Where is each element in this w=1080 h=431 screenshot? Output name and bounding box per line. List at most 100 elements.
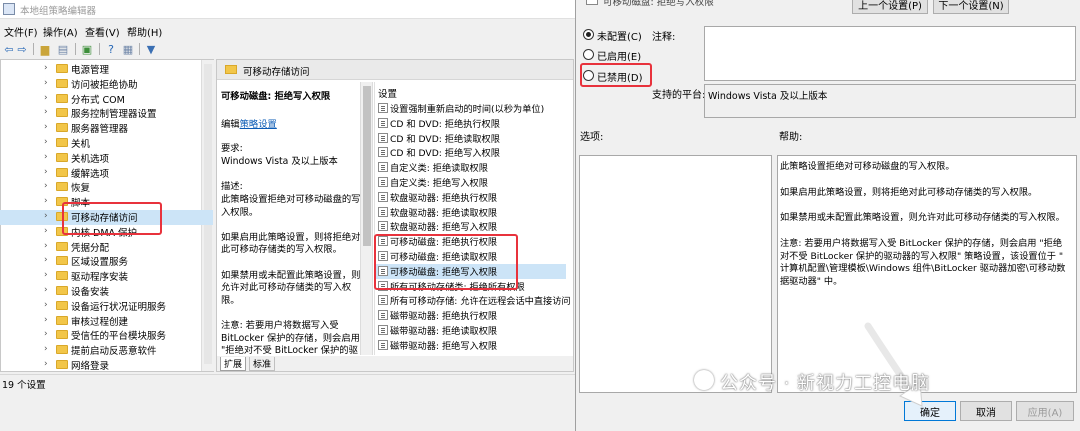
setting-row[interactable]: CD 和 DVD: 拒绝执行权限	[376, 116, 566, 131]
setting-row[interactable]: 软盘驱动器: 拒绝写入权限	[376, 219, 566, 234]
menu-help[interactable]: 帮助(H)	[127, 24, 162, 39]
radio-enabled[interactable]	[583, 49, 594, 60]
chevron-right-icon[interactable]: ›	[44, 107, 48, 117]
folder-header: 可移动存储访问	[243, 67, 310, 78]
policy-icon	[378, 191, 388, 202]
tree-item[interactable]: › 缓解选项	[0, 166, 213, 181]
setting-row[interactable]: 设置强制重新启动的时间(以秒为单位)	[376, 101, 566, 116]
help-icon[interactable]: ?	[104, 42, 118, 56]
desc-text-line: 限。	[221, 294, 240, 306]
setting-row[interactable]: 所有可移动存储: 允许在远程会话中直接访问	[376, 293, 571, 308]
setting-row[interactable]: 磁带驱动器: 拒绝执行权限	[376, 308, 566, 323]
chevron-right-icon[interactable]: ›	[44, 93, 48, 103]
chevron-right-icon[interactable]: ›	[44, 181, 48, 191]
tree-item[interactable]: › 受信任的平台模块服务	[0, 328, 213, 343]
policy-icon	[378, 117, 388, 128]
tree-item[interactable]: › 访问被拒绝协助	[0, 77, 213, 92]
tree-item[interactable]: › 分布式 COM	[0, 92, 213, 107]
back-arrow-icon[interactable]: ⇦	[2, 42, 16, 56]
show-tree-icon[interactable]: ▤	[56, 42, 70, 56]
chevron-right-icon[interactable]: ›	[44, 196, 48, 206]
tree-item[interactable]: › 设备安装	[0, 284, 213, 299]
chevron-right-icon[interactable]: ›	[44, 63, 48, 73]
chevron-right-icon[interactable]: ›	[44, 285, 48, 295]
prev-setting-button[interactable]: 上一个设置(P)	[852, 0, 928, 14]
apply-button[interactable]: 应用(A)	[1016, 401, 1074, 421]
setting-row[interactable]: 软盘驱动器: 拒绝读取权限	[376, 205, 566, 220]
cancel-button[interactable]: 取消	[960, 401, 1012, 421]
forward-arrow-icon[interactable]: ⇨	[15, 42, 29, 56]
setting-row[interactable]: 磁带驱动器: 拒绝读取权限	[376, 323, 566, 338]
setting-label: 设置强制重新启动的时间(以秒为单位)	[390, 104, 545, 115]
tree-item-label: 服务器管理器	[71, 124, 129, 136]
radio-not-configured-label[interactable]: 未配置(C)	[597, 28, 642, 43]
chevron-right-icon[interactable]: ›	[44, 137, 48, 147]
tree-item[interactable]: › 网络登录	[0, 358, 213, 373]
chevron-right-icon[interactable]: ›	[44, 300, 48, 310]
chevron-right-icon[interactable]: ›	[44, 226, 48, 236]
chevron-right-icon[interactable]: ›	[44, 344, 48, 354]
tree-item-label: 分布式 COM	[71, 94, 125, 106]
menu-action[interactable]: 操作(A)	[43, 24, 78, 39]
comment-label: 注释:	[652, 32, 676, 43]
setting-row[interactable]: 磁带驱动器: 拒绝写入权限	[376, 338, 566, 353]
comment-textarea[interactable]	[704, 26, 1076, 81]
group-policy-editor-window: 本地组策略编辑器 文件(F) 操作(A) 查看(V) 帮助(H) ⇦ ⇨ ▆ ▤…	[0, 0, 575, 431]
settings-column-header[interactable]: 设置	[378, 86, 397, 100]
policy-icon	[378, 103, 388, 113]
menu-file[interactable]: 文件(F)	[4, 24, 38, 39]
tree-item-label: 设备安装	[71, 287, 110, 298]
options-box	[579, 155, 772, 393]
setting-row[interactable]: 自定义类: 拒绝读取权限	[376, 160, 566, 175]
tree-item[interactable]: › 提前启动反恶意软件	[0, 343, 213, 358]
chevron-right-icon[interactable]: ›	[44, 270, 48, 280]
tree-item[interactable]: › 驱动程序安装	[0, 269, 213, 284]
desc-req-value: Windows Vista 及以上版本	[221, 156, 338, 167]
menu-view[interactable]: 查看(V)	[85, 24, 120, 39]
tree-item[interactable]: › 关机选项	[0, 151, 213, 166]
tree-item[interactable]: › 设备运行状况证明服务	[0, 299, 213, 314]
tree-item[interactable]: › 电源管理	[0, 62, 213, 77]
chevron-right-icon[interactable]: ›	[44, 122, 48, 132]
chevron-right-icon[interactable]: ›	[44, 241, 48, 251]
chevron-right-icon[interactable]: ›	[44, 78, 48, 88]
tree-item[interactable]: › 关机	[0, 136, 213, 151]
watermark-text: 公众号 · 新视力工控电脑	[720, 373, 931, 394]
tree-item[interactable]: › 服务控制管理器设置	[0, 106, 213, 121]
chevron-right-icon[interactable]: ›	[44, 167, 48, 177]
tree-item-label: 设备运行状况证明服务	[71, 301, 167, 313]
chevron-right-icon[interactable]: ›	[44, 152, 48, 162]
chevron-right-icon[interactable]: ›	[44, 255, 48, 265]
properties-icon[interactable]: ▦	[121, 42, 135, 56]
edit-policy-link[interactable]: 策略设置	[240, 119, 277, 130]
radio-enabled-label[interactable]: 已启用(E)	[597, 48, 641, 63]
tree-item[interactable]: › 凭据分配	[0, 240, 213, 255]
tree-item[interactable]: › 恢复	[0, 180, 213, 195]
desc-scrollbar[interactable]	[360, 82, 373, 355]
chevron-right-icon[interactable]: ›	[44, 211, 48, 221]
tree-item[interactable]: › 区域设置服务	[0, 254, 213, 269]
tab-extended[interactable]: 扩展	[220, 357, 247, 371]
setting-row[interactable]: 自定义类: 拒绝写入权限	[376, 175, 566, 190]
chevron-right-icon[interactable]: ›	[44, 329, 48, 339]
tree-item-label: 访问被拒绝协助	[71, 79, 138, 91]
setting-row[interactable]: CD 和 DVD: 拒绝读取权限	[376, 131, 566, 146]
folder-icon	[56, 300, 68, 310]
tree-item-label: 恢复	[71, 183, 91, 195]
export-list-icon[interactable]: ▣	[80, 42, 94, 56]
toolbar: ⇦ ⇨ ▆ ▤ ▣ ? ▦ ▼	[0, 40, 575, 58]
setting-row[interactable]: 软盘驱动器: 拒绝执行权限	[376, 190, 566, 205]
menu-bar: 文件(F) 操作(A) 查看(V) 帮助(H)	[0, 21, 575, 39]
next-setting-button[interactable]: 下一个设置(N)	[933, 0, 1009, 14]
folder-icon	[56, 345, 68, 355]
chevron-right-icon[interactable]: ›	[44, 315, 48, 325]
setting-label: 磁带驱动器: 拒绝读取权限	[390, 326, 498, 337]
up-folder-icon[interactable]: ▆	[38, 42, 52, 56]
tab-standard[interactable]: 标准	[249, 357, 276, 371]
tree-item[interactable]: › 审核过程创建	[0, 314, 213, 329]
filter-icon[interactable]: ▼	[144, 42, 158, 56]
chevron-right-icon[interactable]: ›	[44, 359, 48, 369]
tree-item[interactable]: › 服务器管理器	[0, 121, 213, 136]
setting-row[interactable]: CD 和 DVD: 拒绝写入权限	[376, 145, 566, 160]
radio-not-configured[interactable]	[583, 29, 594, 40]
